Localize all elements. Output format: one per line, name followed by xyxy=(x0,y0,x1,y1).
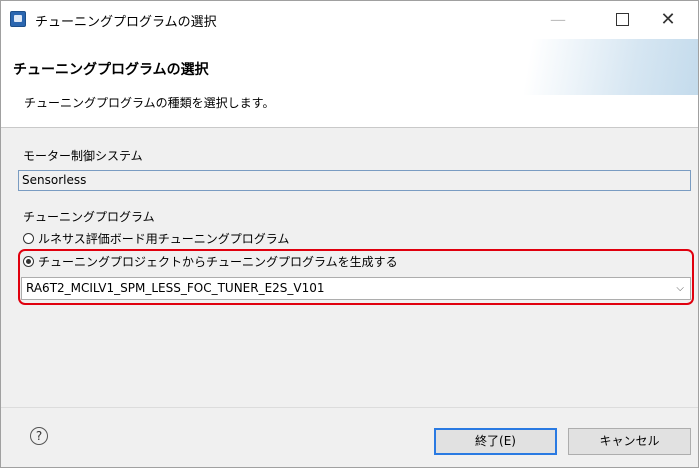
radio-option-eval-board[interactable]: ルネサス評価ボード用チューニングプログラム xyxy=(23,231,289,247)
project-select[interactable]: RA6T2_MCILV1_SPM_LESS_FOC_TUNER_E2S_V101… xyxy=(21,277,691,300)
chevron-down-icon[interactable]: ⌵ xyxy=(676,278,684,299)
project-select-value: RA6T2_MCILV1_SPM_LESS_FOC_TUNER_E2S_V101 xyxy=(26,281,325,295)
maximize-button[interactable] xyxy=(599,1,645,39)
app-icon xyxy=(10,11,26,27)
footer-divider xyxy=(1,407,698,408)
maximize-icon xyxy=(615,12,629,26)
page-title: チューニングプログラムの選択 xyxy=(13,62,209,78)
radio-selected-icon[interactable] xyxy=(23,256,34,267)
motor-system-field[interactable]: Sensorless xyxy=(18,170,691,191)
header-banner: チューニングプログラムの選択 チューニングプログラムの種類を選択します。 xyxy=(1,39,698,128)
radio-option-generate-from-project[interactable]: チューニングプロジェクトからチューニングプログラムを生成する xyxy=(23,254,398,270)
minimize-button[interactable]: — xyxy=(535,1,581,39)
dialog-window: チューニングプログラムの選択 — ✕ チューニングプログラムの選択 チューニング… xyxy=(0,0,699,468)
motor-system-label: モーター制御システム xyxy=(23,149,143,163)
tuning-program-label: チューニングプログラム xyxy=(23,210,155,224)
radio-icon[interactable] xyxy=(23,233,34,244)
help-icon[interactable]: ? xyxy=(30,427,48,445)
title-bar: チューニングプログラムの選択 — ✕ xyxy=(1,1,698,39)
page-description: チューニングプログラムの種類を選択します。 xyxy=(24,96,275,110)
finish-button[interactable]: 終了(E) xyxy=(434,428,557,455)
window-title: チューニングプログラムの選択 xyxy=(35,15,217,30)
banner-decoration xyxy=(438,39,698,95)
radio-option-label: チューニングプロジェクトからチューニングプログラムを生成する xyxy=(38,255,398,269)
close-button[interactable]: ✕ xyxy=(645,1,691,39)
cancel-button[interactable]: キャンセル xyxy=(568,428,691,455)
radio-option-label: ルネサス評価ボード用チューニングプログラム xyxy=(38,232,290,246)
